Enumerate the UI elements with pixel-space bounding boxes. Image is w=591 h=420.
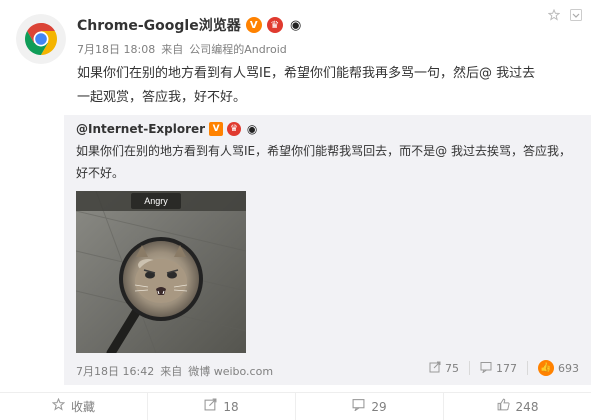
repost-like-button[interactable]: 👍 693 (527, 360, 579, 376)
repost-date[interactable]: 7月18日 16:42 (76, 365, 154, 378)
from-label: 来自 (160, 365, 183, 378)
like-count: 248 (515, 399, 539, 414)
panda-badge-icon[interactable]: ◉ (287, 17, 304, 33)
post-meta: 7月18日 18:08 来自 公司编程的Android (77, 41, 287, 57)
vip-badge-icon[interactable]: ♛ (227, 122, 242, 136)
post-text-line: 如果你们在别的地方看到有人骂IE，希望你们能帮我再多骂一句，然后@ 我过去 (77, 66, 536, 81)
post-date[interactable]: 7月18日 18:08 (77, 43, 155, 56)
post-text-line: 一起观赏，答应我，好不好。 (77, 90, 247, 105)
post-source: 公司编程的Android (189, 43, 287, 56)
like-count: 693 (558, 361, 579, 375)
thumbs-up-icon (497, 398, 510, 415)
repost-repost-button[interactable]: 75 (429, 361, 459, 375)
repost-meta: 7月18日 16:42 来自 微博 weibo.com (76, 363, 279, 379)
repost-text: 如果你们在别的地方看到有人骂IE，希望你们能帮我骂回去，而不是@ 我过去挨骂，答… (76, 140, 581, 184)
image-caption: Angry (144, 196, 168, 206)
repost-actions: 75 177 👍 693 (429, 360, 579, 376)
author-name[interactable]: Chrome-Google浏览器 (77, 15, 241, 35)
v-badge-icon[interactable]: V (209, 122, 224, 136)
vip-badge-icon[interactable]: ♛ (266, 17, 283, 33)
repost-footer: 7月18日 16:42 来自 微博 weibo.com 75 177 👍 693 (76, 360, 581, 379)
repost-author[interactable]: @Internet-Explorer (76, 122, 205, 136)
avatar[interactable] (16, 14, 66, 64)
repost-text-line: 如果你们在别的地方看到有人骂IE，希望你们能帮我骂回去，而不是@ 我过去挨骂，答… (76, 144, 571, 158)
angry-cat-magnifier-image (76, 191, 246, 353)
post-text: 如果你们在别的地方看到有人骂IE，希望你们能帮我再多骂一句，然后@ 我过去 一起… (77, 62, 582, 110)
chrome-logo-icon (16, 14, 66, 64)
comment-count: 29 (371, 399, 387, 414)
action-bar: 收藏 18 29 248 (0, 392, 591, 420)
v-badge-icon[interactable]: V (245, 17, 262, 33)
repost-icon (429, 361, 441, 376)
favorite-button[interactable]: 收藏 (0, 393, 147, 420)
repost-count: 75 (445, 361, 459, 375)
like-button[interactable]: 248 (443, 393, 591, 420)
repost-count: 18 (223, 399, 239, 414)
like-icon: 👍 (538, 360, 554, 376)
repost-source: 微博 weibo.com (188, 365, 274, 378)
repost-button[interactable]: 18 (147, 393, 295, 420)
weibo-post: Chrome-Google浏览器 V ♛ ◉ 7月18日 18:08 来自 公司编程… (0, 0, 591, 420)
comment-icon (352, 398, 365, 415)
star-icon (51, 397, 66, 415)
from-label: 来自 (161, 43, 184, 56)
chevron-down-icon[interactable] (569, 8, 583, 22)
header-controls (547, 8, 583, 22)
comment-count: 177 (496, 361, 517, 375)
comment-button[interactable]: 29 (295, 393, 443, 420)
author-line: Chrome-Google浏览器 V ♛ ◉ (77, 14, 304, 36)
favorite-label: 收藏 (70, 400, 95, 414)
repost-author-line: @Internet-Explorer V ♛ ◉ (76, 122, 259, 136)
repost-image[interactable]: Angry (76, 191, 246, 353)
repost-icon (204, 398, 217, 415)
repost-comment-button[interactable]: 177 (469, 361, 517, 375)
follow-icon[interactable] (547, 8, 561, 22)
panda-badge-icon[interactable]: ◉ (245, 122, 259, 136)
comment-icon (480, 361, 492, 376)
repost-text-line: 好不好。 (76, 166, 125, 180)
repost-card: @Internet-Explorer V ♛ ◉ 如果你们在别的地方看到有人骂I… (64, 115, 591, 385)
